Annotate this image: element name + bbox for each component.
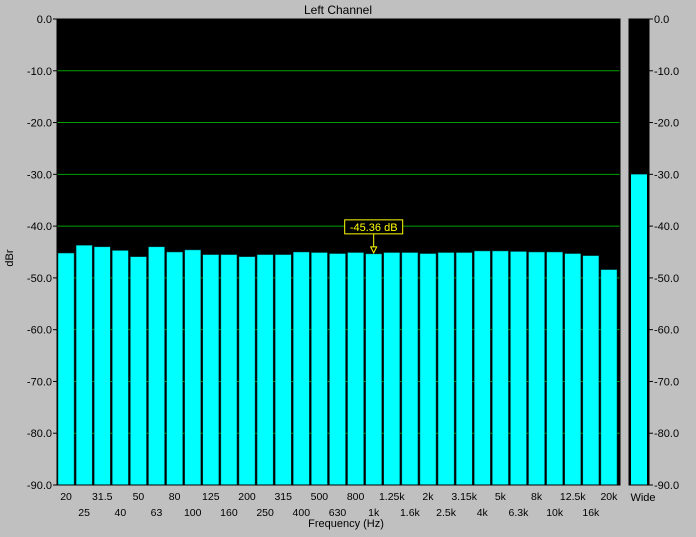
y-tick-label: -90.0 [27, 480, 52, 492]
x-tick-label: 2.5k [436, 507, 457, 519]
x-tick-label: 100 [184, 507, 202, 519]
x-tick-label: 1.6k [400, 507, 421, 519]
y-tick-label: -80.0 [27, 428, 52, 440]
x-tick-label: 500 [311, 491, 329, 503]
spectrum-bar [383, 252, 401, 486]
y-tick-label: -50.0 [27, 273, 52, 285]
spectrum-bar [256, 254, 274, 486]
x-tick-label: 160 [220, 507, 238, 519]
spectrum-bar [582, 255, 600, 486]
x-tick-label: 16k [582, 507, 600, 519]
meter-tick-label: -80.0 [654, 428, 679, 440]
x-tick-label: 6.3k [509, 507, 530, 519]
spectrum-bar [600, 269, 618, 486]
meter-tick-label: -70.0 [654, 376, 679, 388]
spectrum-bar [130, 256, 147, 486]
x-tick-label: 80 [169, 491, 181, 503]
spectrum-bar [75, 245, 93, 486]
x-tick-label: 63 [151, 507, 163, 519]
x-tick-label: 400 [293, 507, 311, 519]
meter-tick-label: -60.0 [654, 325, 679, 337]
x-tick-label: 31.5 [92, 491, 113, 503]
y-tick-label: 0.0 [37, 14, 52, 26]
meter-tick-label: 0.0 [654, 14, 669, 26]
x-tick-label: 125 [202, 491, 220, 503]
meter-tick-label: -20.0 [654, 118, 679, 130]
annotation-label: -45.36 dB [350, 222, 398, 234]
spectrum-bar [347, 252, 364, 486]
spectrum-bar [148, 246, 165, 486]
side-meter-bar [631, 174, 647, 486]
side-meter-label: Wide [630, 492, 655, 504]
y-tick-label: -20.0 [27, 118, 52, 130]
spectrum-bar [437, 252, 455, 486]
y-tick-label: -60.0 [27, 325, 52, 337]
x-tick-label: 12.5k [560, 491, 586, 503]
x-tick-label: 1k [368, 507, 380, 519]
x-tick-label: 315 [274, 491, 292, 503]
spectrum-bar [365, 253, 382, 486]
x-tick-label: 4k [477, 507, 489, 519]
x-tick-label: 1.25k [379, 491, 405, 503]
spectrum-bar [564, 253, 582, 486]
x-tick-label: 5k [495, 491, 507, 503]
spectrum-chart: Left Channel dBr Frequency (Hz) Wide 0.0… [4, 3, 679, 530]
meter-tick-label: -30.0 [654, 169, 679, 181]
y-tick-label: -10.0 [27, 66, 52, 78]
spectrum-bar [401, 252, 419, 486]
x-tick-label: 3.15k [451, 491, 477, 503]
y-tick-label: -40.0 [27, 221, 52, 233]
x-axis-label: Frequency (Hz) [308, 518, 384, 530]
x-tick-label: 250 [256, 507, 274, 519]
spectrum-bar [329, 253, 346, 486]
spectrum-bar [546, 251, 563, 486]
spectrum-bar [57, 252, 75, 486]
spectrum-bar [455, 252, 473, 486]
spectrum-bar [510, 251, 527, 486]
spectrum-bar [473, 250, 491, 486]
x-tick-label: 40 [114, 507, 126, 519]
spectrum-bar [93, 246, 111, 486]
spectrum-bar [528, 251, 545, 486]
spectrum-bar [220, 254, 238, 486]
spectrum-bar [112, 250, 129, 486]
chart-title: Left Channel [304, 3, 372, 17]
spectrum-bar [311, 252, 328, 486]
y-axis-label: dBr [4, 249, 16, 266]
x-tick-label: 20k [600, 491, 618, 503]
meter-tick-label: -10.0 [654, 66, 679, 78]
x-tick-label: 25 [78, 507, 90, 519]
x-tick-label: 2k [422, 491, 434, 503]
spectrum-bar [274, 254, 292, 486]
spectrum-bar [184, 249, 202, 486]
meter-tick-label: -90.0 [654, 480, 679, 492]
x-tick-label: 10k [546, 507, 564, 519]
x-tick-label: 20 [60, 491, 72, 503]
x-tick-label: 200 [238, 491, 256, 503]
x-tick-label: 630 [329, 507, 347, 519]
x-tick-label: 50 [133, 491, 145, 503]
meter-tick-label: -40.0 [654, 221, 679, 233]
spectrum-bar [238, 256, 256, 486]
x-tick-label: 8k [531, 491, 543, 503]
spectrum-bar [166, 251, 183, 486]
spectrum-bar [293, 251, 310, 486]
spectrum-bar [492, 250, 509, 486]
spectrum-bar [419, 253, 437, 486]
spectrum-bar [202, 254, 220, 486]
meter-tick-label: -50.0 [654, 273, 679, 285]
spectrum-analyzer-window: Left Channel dBr Frequency (Hz) Wide 0.0… [0, 0, 696, 532]
x-tick-label: 800 [347, 491, 365, 503]
y-tick-label: -70.0 [27, 376, 52, 388]
y-tick-label: -30.0 [27, 169, 52, 181]
